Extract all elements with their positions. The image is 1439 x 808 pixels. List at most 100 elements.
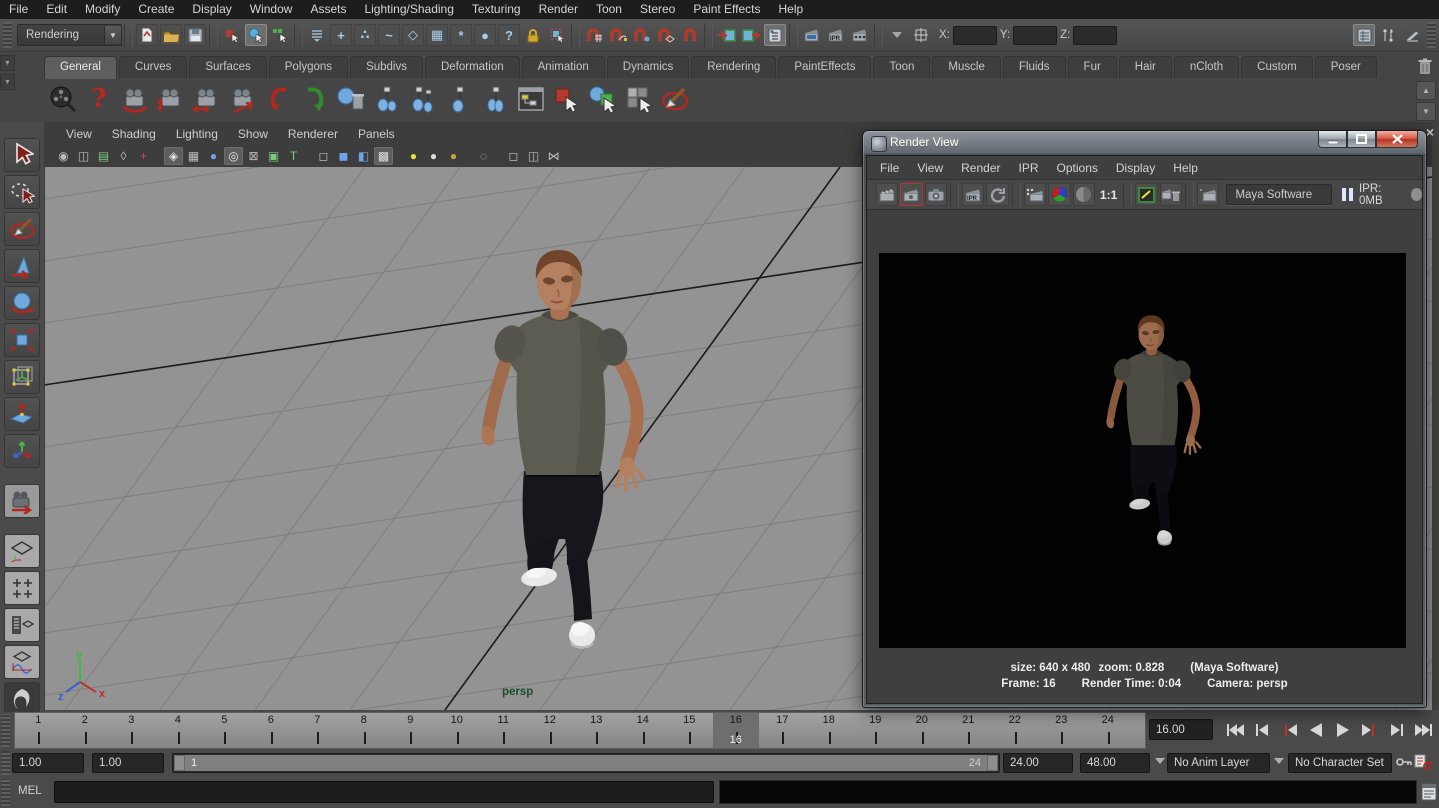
render-view-menu-item[interactable]: Help — [1164, 161, 1207, 175]
selection-mask-button[interactable]: + — [330, 24, 352, 46]
go-to-end-button[interactable] — [1411, 719, 1437, 741]
layout-single-pane-button[interactable] — [4, 534, 40, 568]
viewport-toolbar-icon[interactable]: ◫ — [74, 147, 93, 165]
menu-item[interactable]: File — [0, 0, 37, 19]
chevron-down-icon[interactable]: ▼ — [104, 26, 121, 44]
timeline-frame[interactable]: 5 — [201, 713, 248, 748]
universal-manipulator-tool-button[interactable] — [4, 360, 40, 394]
viewport-toolbar-icon[interactable]: ● — [204, 147, 223, 165]
selection-mask-button[interactable]: ? — [498, 24, 520, 46]
menu-item[interactable]: Display — [183, 0, 240, 19]
render-view-menu-item[interactable]: Options — [1048, 161, 1107, 175]
viewport-toolbar-icon[interactable]: ▤ — [94, 147, 113, 165]
viewport-menu-item[interactable]: Lighting — [166, 127, 228, 141]
current-time-field[interactable] — [1149, 719, 1213, 740]
shelf-tab[interactable]: Animation — [522, 56, 605, 78]
soft-modification-tool-button[interactable] — [4, 397, 40, 431]
anim-layer-field[interactable]: No Anim Layer — [1167, 753, 1270, 773]
step-forward-frame-button[interactable] — [1357, 719, 1383, 741]
rotate-tool-button[interactable] — [4, 286, 40, 320]
shelf-tab[interactable]: nCloth — [1174, 56, 1239, 78]
snap-to-curve-button[interactable] — [607, 24, 629, 46]
camera-fly-icon[interactable] — [226, 82, 260, 116]
delete-unused-nodes-icon[interactable] — [334, 82, 368, 116]
redo-previous-render-button[interactable] — [900, 183, 922, 206]
menu-item[interactable]: Lighting/Shading — [355, 0, 462, 19]
move-tool-button[interactable] — [4, 249, 40, 283]
maximize-button[interactable] — [1347, 131, 1376, 148]
snap-to-projected-center-button[interactable] — [655, 24, 677, 46]
viewport-toolbar-icon[interactable]: ◎ — [224, 147, 243, 165]
layout-persp-graph-button[interactable] — [4, 645, 40, 679]
shelf-tab-menu-icon[interactable]: ▼ — [0, 55, 15, 71]
timeline-frame[interactable]: 7 — [294, 713, 341, 748]
shelf-tab[interactable]: Hair — [1119, 56, 1172, 78]
viewport-toolbar-icon[interactable]: ◈ — [164, 147, 183, 165]
menu-item[interactable]: Stereo — [631, 0, 684, 19]
shelf-trash-icon[interactable] — [1416, 57, 1434, 75]
select-object-mode-button[interactable] — [245, 24, 267, 46]
selection-mask-button[interactable]: ● — [474, 24, 496, 46]
paint-effects-brush-icon[interactable] — [658, 82, 692, 116]
animation-start-field[interactable] — [12, 753, 84, 773]
chevron-down-icon[interactable] — [1155, 758, 1165, 764]
shelf-tab[interactable]: Fur — [1068, 56, 1117, 78]
y-coordinate-field[interactable] — [1013, 26, 1057, 45]
shelf-tab[interactable]: Dynamics — [607, 56, 689, 78]
select-tool-button[interactable] — [4, 138, 40, 172]
close-button[interactable] — [1376, 131, 1418, 148]
redo-icon[interactable] — [298, 82, 332, 116]
timeline-frame[interactable]: 17 — [759, 713, 806, 748]
timeline-frame[interactable]: 8 — [341, 713, 388, 748]
output-connections-button[interactable] — [740, 24, 762, 46]
render-button[interactable] — [876, 183, 898, 206]
minimize-button[interactable] — [1318, 131, 1347, 148]
layout-outliner-persp-button[interactable] — [4, 608, 40, 642]
menu-set-selector[interactable]: Rendering ▼ — [17, 24, 122, 46]
snap-to-view-plane-button[interactable] — [679, 24, 701, 46]
timeline-frame[interactable]: 19 — [852, 713, 899, 748]
playblast-icon[interactable] — [46, 82, 80, 116]
command-result-field[interactable] — [719, 780, 1417, 804]
new-scene-button[interactable] — [136, 24, 158, 46]
menu-item[interactable]: Help — [770, 0, 813, 19]
selection-mask-button[interactable]: ∴ — [354, 24, 376, 46]
timeline-frame[interactable]: 11 — [480, 713, 527, 748]
timeline-frame[interactable]: 12 — [527, 713, 574, 748]
time-slider-grip[interactable] — [1, 714, 10, 747]
playback-start-field[interactable] — [92, 753, 164, 773]
render-view-menu-item[interactable]: View — [908, 161, 952, 175]
auto-keyframe-toggle[interactable] — [1414, 753, 1432, 774]
selection-mask-menu-button[interactable] — [306, 24, 328, 46]
shelf-tab[interactable]: General — [44, 56, 117, 79]
select-component-icon[interactable] — [622, 82, 656, 116]
paint-select-tool-button[interactable] — [4, 212, 40, 246]
joint-chain-icon[interactable] — [478, 82, 512, 116]
timeline-frame[interactable]: 16 16 — [713, 713, 760, 748]
shelf-tab[interactable]: PaintEffects — [778, 56, 871, 78]
viewport-toolbar-icon[interactable]: ◧ — [354, 147, 373, 165]
shelf-tab[interactable]: Poser — [1315, 56, 1377, 78]
timeline-frame[interactable]: 22 — [992, 713, 1039, 748]
render-current-frame-button[interactable] — [801, 24, 823, 46]
lock-selection-icon[interactable] — [522, 24, 544, 46]
viewport-menu-item[interactable]: Shading — [102, 127, 166, 141]
camera-track-icon[interactable] — [190, 82, 224, 116]
timeline-frame[interactable]: 14 — [620, 713, 667, 748]
viewport-toolbar-icon[interactable]: ▦ — [184, 147, 203, 165]
step-back-key-button[interactable] — [1249, 719, 1275, 741]
shelf-tab[interactable]: Surfaces — [189, 56, 266, 78]
character-model[interactable] — [479, 243, 659, 663]
viewport-toolbar-icon[interactable]: T — [284, 147, 303, 165]
viewport-toolbar-icon[interactable]: ▩ — [374, 147, 393, 165]
animation-end-field[interactable] — [1080, 753, 1150, 773]
menu-item[interactable]: Window — [241, 0, 302, 19]
display-rgb-channels-button[interactable] — [1048, 183, 1070, 206]
viewport-toolbar-icon[interactable]: ⊠ — [244, 147, 263, 165]
menu-item[interactable]: Paint Effects — [684, 0, 769, 19]
viewport-toolbar-icon[interactable]: + — [134, 147, 153, 165]
command-language-toggle[interactable]: MEL — [18, 785, 42, 797]
shelf-tab[interactable]: Polygons — [269, 56, 348, 78]
viewport-toolbar-icon[interactable] — [464, 147, 473, 165]
timeline-frame[interactable]: 23 — [1038, 713, 1085, 748]
